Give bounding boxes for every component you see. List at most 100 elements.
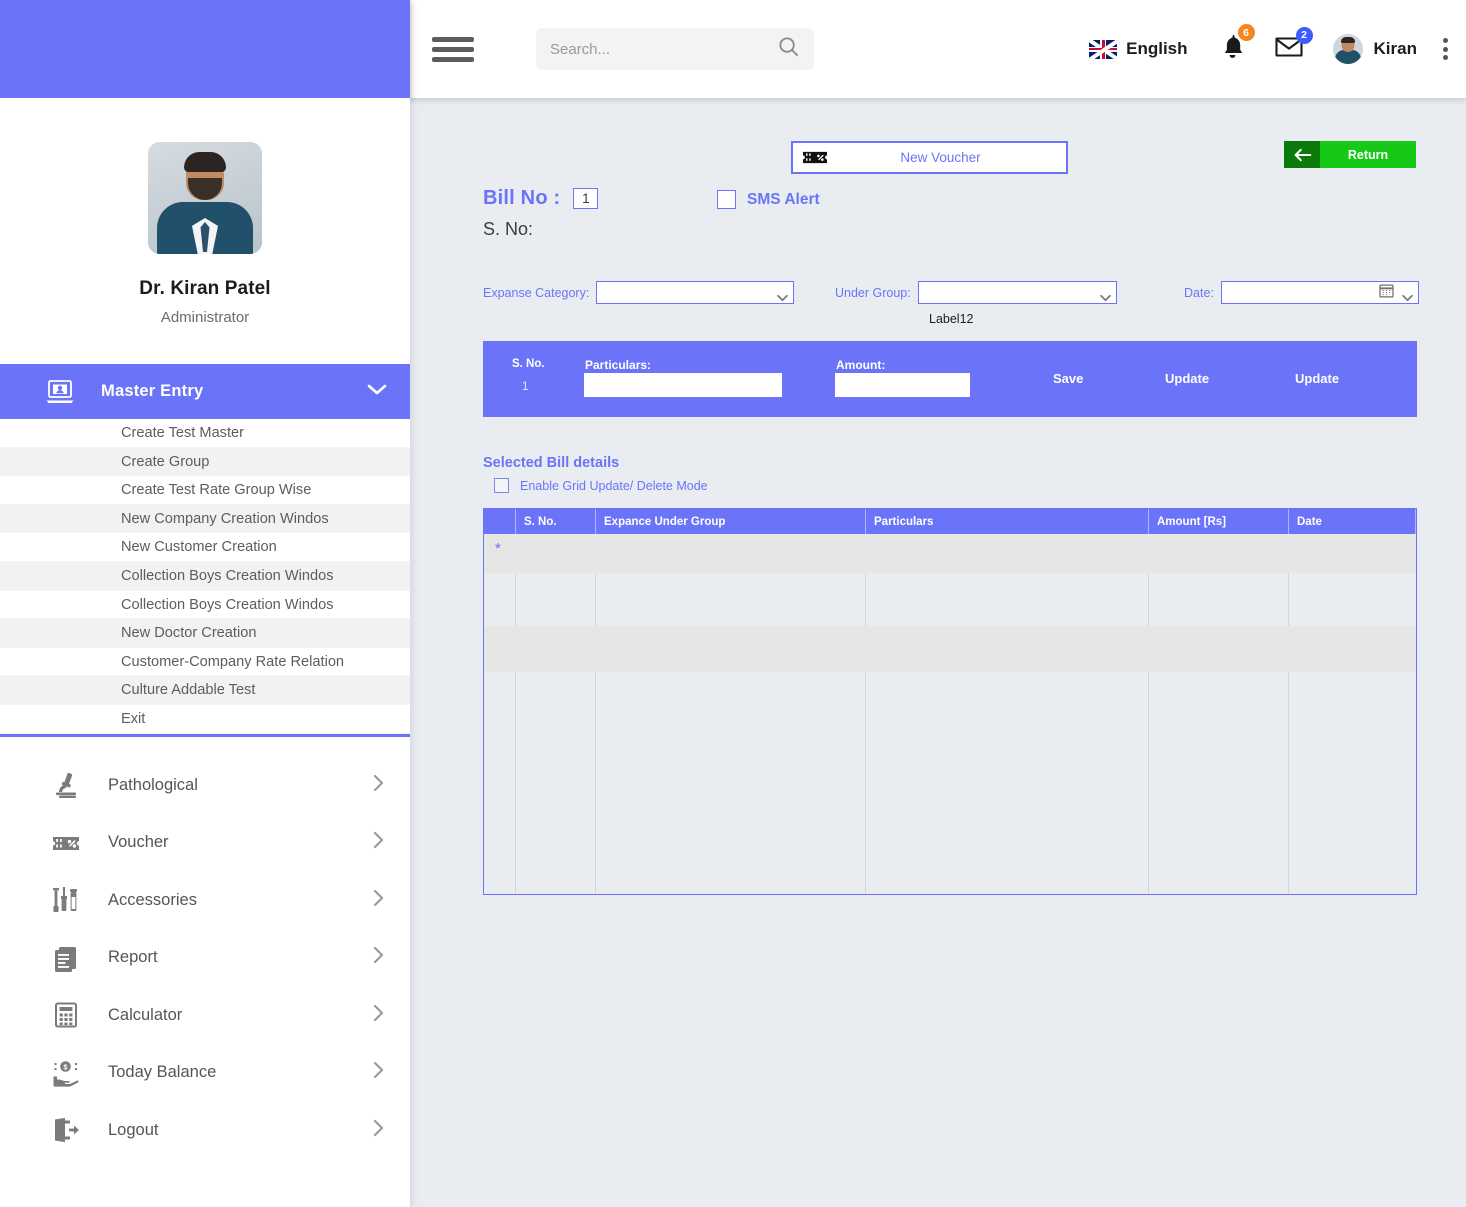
main-content: New Voucher Return Bill No : 1 SMS Alert… (410, 98, 1466, 1207)
return-button[interactable]: Return (1284, 141, 1416, 168)
entry-sno-header: S. No. (512, 358, 545, 370)
grid-update-mode-checkbox[interactable] (494, 478, 509, 493)
expanse-category-label: Expanse Category: (483, 285, 590, 300)
bill-no-value[interactable]: 1 (573, 188, 599, 209)
sidebar-subitem-collection-boys-creation-1[interactable]: Collection Boys Creation Windos (0, 561, 410, 591)
calendar-icon[interactable] (1379, 283, 1394, 303)
sidebar-label-accessories: Accessories (108, 890, 197, 909)
date-field: Date: (1184, 281, 1419, 304)
s-no-label: S. No: (483, 219, 534, 239)
sidebar-item-master-entry[interactable]: Master Entry (0, 364, 410, 419)
sidebar-subitem-create-group[interactable]: Create Group (0, 447, 410, 477)
sidebar-item-accessories[interactable]: Accessories (0, 871, 410, 930)
bill-no-label: Bill No : (483, 187, 561, 209)
avatar[interactable] (1332, 34, 1363, 64)
message-badge: 2 (1295, 26, 1313, 44)
language-selector[interactable]: English (1089, 39, 1188, 59)
grid-body[interactable]: * (484, 534, 1416, 894)
user-name[interactable]: Kiran (1374, 39, 1417, 59)
amount-input[interactable] (835, 373, 970, 397)
grid-col-expance-under-group: Expance Under Group (596, 509, 866, 534)
sidebar-subitem-create-test-rate-group-wise[interactable]: Create Test Rate Group Wise (0, 476, 410, 505)
chevron-down-icon (1401, 289, 1413, 302)
sidebar-label-today-balance: Today Balance (108, 1063, 217, 1082)
grid-row-stripe (484, 534, 1416, 573)
sidebar-subitem-customer-company-rate-relation[interactable]: Customer-Company Rate Relation (0, 647, 410, 677)
chevron-right-icon (372, 831, 384, 854)
selected-bill-details-title: Selected Bill details (483, 455, 620, 471)
new-row-marker: * (495, 540, 501, 557)
search-input[interactable] (550, 40, 777, 58)
report-document-icon (52, 944, 80, 972)
update-button-1[interactable]: Update (1165, 371, 1209, 386)
grid-col-body-select: * (484, 534, 516, 894)
bill-no-row: Bill No : 1 (483, 187, 599, 210)
grid-row-stripe (484, 626, 1416, 672)
label12-text: Label12 (929, 312, 974, 326)
sidebar-subitem-new-company-creation[interactable]: New Company Creation Windos (0, 504, 410, 534)
search-box[interactable] (536, 28, 814, 70)
sidebar-label-report: Report (108, 948, 158, 967)
sidebar-subitem-collection-boys-creation-2[interactable]: Collection Boys Creation Windos (0, 590, 410, 620)
under-group-select[interactable] (917, 281, 1117, 304)
date-label: Date: (1184, 285, 1214, 300)
sidebar-item-report[interactable]: Report (0, 929, 410, 987)
grid-col-body-expance-under-group (596, 534, 866, 894)
messages-button[interactable]: 2 (1274, 26, 1313, 63)
under-group-field: Under Group: (835, 281, 1117, 304)
sidebar-brand-banner (0, 0, 410, 98)
sidebar-subitem-exit[interactable]: Exit (0, 704, 410, 734)
sidebar-subitem-new-customer-creation[interactable]: New Customer Creation (0, 533, 410, 562)
sidebar-subitem-new-doctor-creation[interactable]: New Doctor Creation (0, 619, 410, 648)
grid-update-mode-label: Enable Grid Update/ Delete Mode (520, 478, 708, 493)
save-button[interactable]: Save (1053, 371, 1083, 386)
date-picker[interactable] (1220, 281, 1419, 304)
uk-flag-icon (1089, 39, 1118, 59)
sidebar-nav: Pathological Voucher Accessories Report … (0, 756, 410, 1160)
sidebar-subitem-create-test-master[interactable]: Create Test Master (0, 419, 410, 448)
chevron-right-icon (372, 889, 384, 912)
more-vertical-icon[interactable] (1443, 35, 1448, 64)
calculator-icon (52, 1001, 80, 1029)
expanse-category-field: Expanse Category: (483, 281, 795, 304)
sidebar-item-calculator[interactable]: Calculator (0, 986, 410, 1045)
sidebar-item-logout[interactable]: Logout (0, 1101, 410, 1160)
language-label: English (1126, 39, 1188, 58)
chevron-right-icon (372, 1061, 384, 1084)
entry-sno-value: 1 (522, 381, 529, 393)
sms-alert-checkbox[interactable] (717, 190, 736, 209)
chevron-right-icon (372, 774, 384, 797)
arrow-left-icon (1284, 141, 1320, 168)
search-icon[interactable] (777, 35, 800, 63)
hamburger-icon[interactable] (432, 32, 474, 67)
particulars-input[interactable] (584, 373, 782, 397)
computer-user-icon (45, 379, 75, 405)
chevron-down-icon (1099, 289, 1111, 302)
microscope-icon (52, 771, 80, 799)
grid-col-select (484, 509, 516, 534)
app-root: Dr. Kiran Patel Administrator Master Ent… (0, 0, 1466, 1207)
grid-header-row: S. No. Expance Under Group Particulars A… (484, 509, 1416, 534)
sidebar-item-voucher[interactable]: Voucher (0, 814, 410, 872)
notifications-button[interactable]: 6 (1220, 24, 1255, 65)
chevron-down-icon (366, 382, 388, 401)
expanse-category-select[interactable] (596, 281, 795, 304)
chevron-right-icon (372, 1004, 384, 1027)
selected-bill-details-grid[interactable]: S. No. Expance Under Group Particulars A… (483, 508, 1417, 895)
sidebar-item-today-balance[interactable]: $ Today Balance (0, 1044, 410, 1102)
sidebar-item-pathological[interactable]: Pathological (0, 756, 410, 815)
sidebar-subitem-culture-addable-test[interactable]: Culture Addable Test (0, 676, 410, 705)
update-button-2[interactable]: Update (1295, 371, 1339, 386)
sidebar-label-voucher: Voucher (108, 833, 169, 852)
grid-col-sno: S. No. (516, 509, 596, 534)
profile-photo (148, 142, 262, 254)
sms-alert-label: SMS Alert (747, 190, 820, 208)
money-hand-icon: $ (52, 1059, 80, 1087)
chevron-right-icon (372, 946, 384, 969)
profile-name: Dr. Kiran Patel (139, 278, 271, 299)
entry-particulars-label: Particulars: (585, 358, 652, 372)
grid-col-body-sno (516, 534, 596, 894)
new-voucher-button[interactable]: New Voucher (791, 141, 1068, 174)
grid-col-date: Date (1289, 509, 1416, 534)
syringe-vials-icon (52, 886, 80, 914)
